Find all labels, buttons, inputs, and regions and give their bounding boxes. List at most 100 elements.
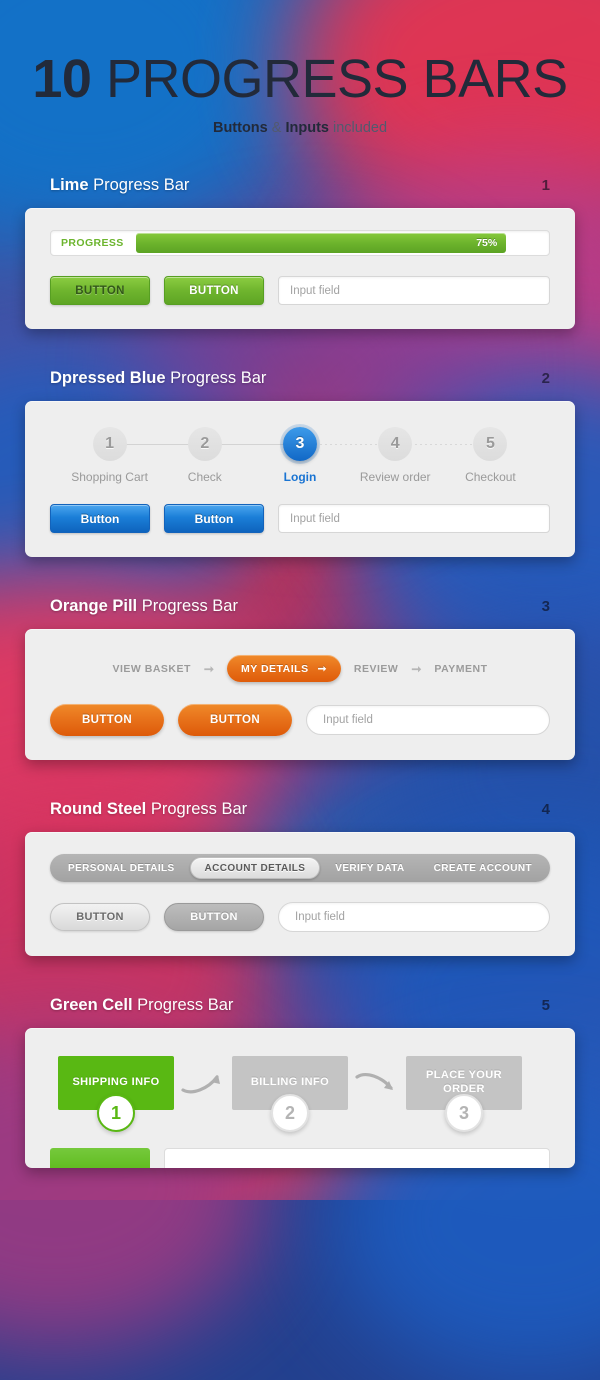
subtitle-inputs: Inputs: [285, 120, 329, 136]
input-lime[interactable]: Input field: [278, 276, 550, 305]
subtitle-included: included: [328, 120, 388, 136]
page-header: 10 PROGRESS BARS Buttons & Inputs includ…: [0, 0, 600, 136]
input-blue[interactable]: Input field: [278, 504, 550, 533]
cell-place-your-order[interactable]: PLACE YOUR ORDER 3: [406, 1056, 522, 1132]
section-title-steel: Round Steel Progress Bar: [50, 800, 247, 819]
steel-item-create-account[interactable]: CREATE ACCOUNT: [420, 863, 546, 874]
section-number-green: 5: [541, 997, 550, 1014]
steel-item-personal-details[interactable]: PERSONAL DETAILS: [54, 863, 189, 874]
arrow-right-icon: ➞: [203, 661, 214, 676]
step-checkout[interactable]: 5 Checkout: [443, 427, 538, 484]
step-list-blue: 1 Shopping Cart 2 Check 3 Login 4 Review…: [50, 423, 550, 484]
section-round-steel: Round Steel Progress Bar 4 PERSONAL DETA…: [0, 800, 600, 956]
step-circle-active: 3: [283, 427, 317, 461]
cell-billing-info[interactable]: BILLING INFO 2: [232, 1056, 348, 1132]
arrow-right-icon: ➞: [317, 662, 327, 675]
step-circle: 2: [187, 427, 222, 461]
button-steel-1[interactable]: BUTTON: [50, 903, 150, 931]
button-steel-2[interactable]: BUTTON: [164, 903, 264, 931]
section-number-lime: 1: [541, 177, 550, 194]
step-label: Checkout: [465, 470, 516, 484]
curved-arrow-right-icon: [174, 1056, 232, 1110]
section-title-rest: Progress Bar: [132, 996, 234, 1014]
input-steel[interactable]: Input field: [278, 902, 550, 932]
pill-view-basket[interactable]: VIEW BASKET: [113, 663, 191, 675]
step-review-order[interactable]: 4 Review order: [348, 427, 491, 484]
section-number-steel: 4: [541, 801, 550, 818]
button-green-1-partial[interactable]: [50, 1148, 150, 1168]
cell-shipping-info[interactable]: SHIPPING INFO 1: [58, 1056, 174, 1132]
controls-row-lime: BUTTON BUTTON Input field: [50, 276, 550, 305]
step-label: Review order: [359, 470, 431, 484]
section-green-cell: Green Cell Progress Bar 5 SHIPPING INFO …: [0, 996, 600, 1168]
step-circle: 1: [92, 427, 127, 461]
button-lime-2[interactable]: BUTTON: [164, 276, 264, 305]
section-orange-pill: Orange Pill Progress Bar 3 VIEW BASKET ➞…: [0, 597, 600, 760]
input-green-partial[interactable]: [164, 1148, 550, 1168]
step-shopping-cart[interactable]: 1 Shopping Cart: [62, 427, 206, 484]
button-orange-1[interactable]: BUTTON: [50, 704, 164, 736]
step-circle: 4: [378, 427, 413, 461]
section-dpressed-blue: Dpressed Blue Progress Bar 2 1 Shopping …: [0, 369, 600, 557]
section-header-steel: Round Steel Progress Bar 4: [0, 800, 600, 819]
card-blue: 1 Shopping Cart 2 Check 3 Login 4 Review…: [25, 401, 575, 557]
curved-arrow-right-icon: [348, 1056, 406, 1110]
step-login[interactable]: 3 Login: [252, 427, 396, 484]
section-title-orange: Orange Pill Progress Bar: [50, 597, 238, 616]
section-title-rest: Progress Bar: [146, 800, 248, 818]
page-subtitle: Buttons & Inputs included: [0, 120, 600, 136]
pill-list-orange: VIEW BASKET ➞ MY DETAILS ➞ REVIEW ➞ PAYM…: [50, 651, 550, 684]
button-orange-2[interactable]: BUTTON: [178, 704, 292, 736]
card-lime: PROGRESS 75% BUTTON BUTTON Input field: [25, 208, 575, 329]
section-title-bold: Dpressed Blue: [50, 369, 166, 387]
cell-badge: 1: [97, 1094, 135, 1132]
progress-fill: 75%: [135, 233, 507, 253]
steel-item-account-details-active[interactable]: ACCOUNT DETAILS: [189, 857, 321, 879]
section-title-bold: Orange Pill: [50, 597, 138, 615]
section-lime: Lime Progress Bar 1 PROGRESS 75% BUTTON …: [0, 176, 600, 329]
progress-label: PROGRESS: [61, 237, 124, 249]
cell-badge: 2: [271, 1094, 309, 1132]
card-green: SHIPPING INFO 1 BILLING INFO 2 PLACE YOU…: [25, 1028, 575, 1168]
pill-review[interactable]: REVIEW: [354, 663, 398, 675]
steel-progress-bar: PERSONAL DETAILS ACCOUNT DETAILS VERIFY …: [50, 854, 550, 882]
section-title-green: Green Cell Progress Bar: [50, 996, 233, 1015]
page-title: 10 PROGRESS BARS: [0, 52, 600, 106]
progress-bar-lime[interactable]: PROGRESS 75%: [50, 230, 550, 256]
section-title-rest: Progress Bar: [88, 176, 190, 194]
button-lime-1[interactable]: BUTTON: [50, 276, 150, 305]
step-label: Shopping Cart: [71, 470, 148, 484]
section-number-blue: 2: [541, 370, 550, 387]
card-steel: PERSONAL DETAILS ACCOUNT DETAILS VERIFY …: [25, 832, 575, 956]
steel-item-verify-data[interactable]: VERIFY DATA: [321, 863, 418, 874]
subtitle-amp: &: [267, 120, 286, 136]
button-blue-2[interactable]: Button: [164, 504, 264, 533]
section-title-bold: Lime: [50, 176, 89, 194]
step-label: Check: [187, 470, 222, 484]
page-title-text: PROGRESS BARS: [91, 49, 568, 109]
controls-row-orange: BUTTON BUTTON Input field: [50, 704, 550, 736]
pill-label: MY DETAILS: [240, 662, 309, 675]
step-check[interactable]: 2 Check: [157, 427, 301, 484]
button-blue-1[interactable]: Button: [50, 504, 150, 533]
section-title-blue: Dpressed Blue Progress Bar: [50, 369, 266, 388]
input-orange[interactable]: Input field: [306, 705, 550, 735]
pill-my-details-active[interactable]: MY DETAILS ➞: [226, 655, 341, 682]
cell-badge: 3: [445, 1094, 483, 1132]
controls-row-steel: BUTTON BUTTON Input field: [50, 902, 550, 932]
progress-percent: 75%: [476, 237, 498, 249]
pill-payment[interactable]: PAYMENT: [434, 663, 487, 675]
step-label: Login: [283, 470, 317, 484]
controls-row-green-partial: [50, 1148, 550, 1168]
section-number-orange: 3: [541, 598, 550, 615]
section-header-blue: Dpressed Blue Progress Bar 2: [0, 369, 600, 388]
controls-row-blue: Button Button Input field: [50, 504, 550, 533]
page-title-count: 10: [32, 49, 92, 109]
section-title-bold: Green Cell: [50, 996, 133, 1014]
section-header-green: Green Cell Progress Bar 5: [0, 996, 600, 1015]
section-title-rest: Progress Bar: [165, 369, 267, 387]
arrow-right-icon: ➞: [411, 661, 422, 676]
section-title-lime: Lime Progress Bar: [50, 176, 189, 195]
step-circle: 5: [473, 427, 508, 461]
section-title-bold: Round Steel: [50, 800, 147, 818]
